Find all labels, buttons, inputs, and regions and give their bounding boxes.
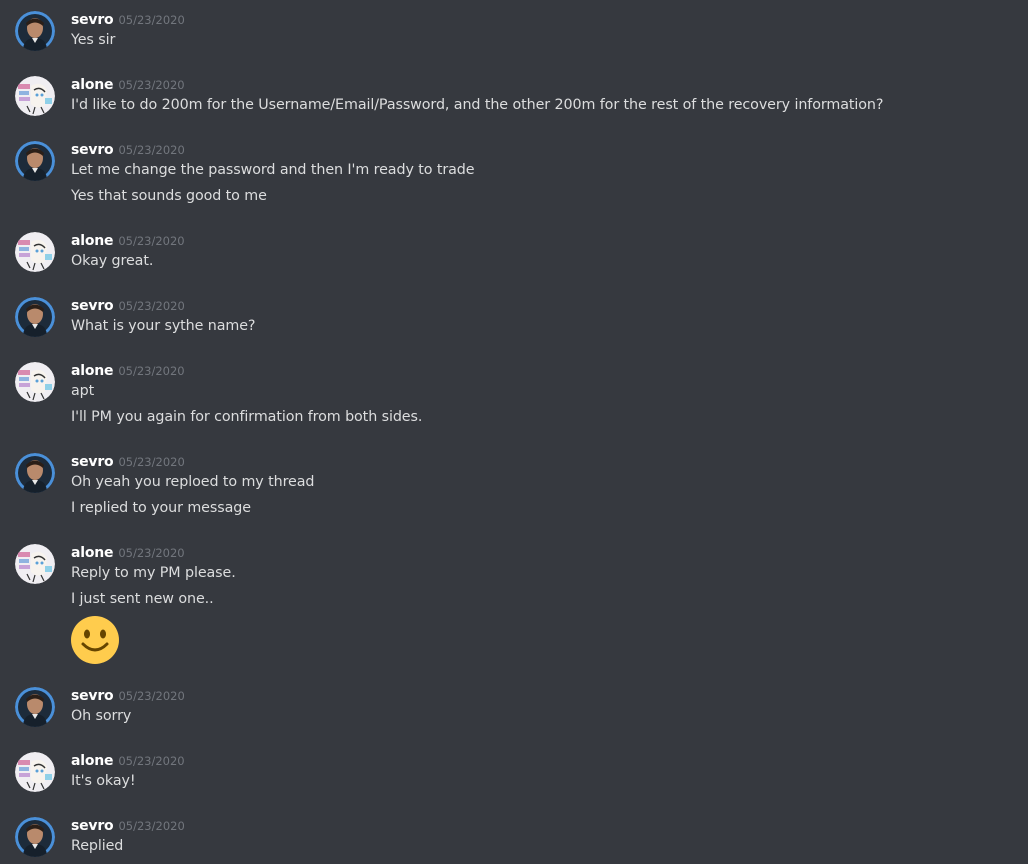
sevro-avatar-icon [15,453,55,493]
username[interactable]: alone [71,753,114,769]
username[interactable]: alone [71,233,114,249]
message-text: What is your sythe name? [71,318,256,334]
message-group: alone 05/23/2020 It's okay! [0,752,1028,802]
message-text: I just sent new one.. [71,591,214,607]
message-text: apt [71,383,95,399]
avatar[interactable] [15,141,55,181]
message-text: I replied to your message [71,500,251,516]
message-header: sevro 05/23/2020 [71,451,185,471]
alone-avatar-icon [15,76,55,116]
avatar[interactable] [15,544,55,584]
avatar[interactable] [15,76,55,116]
timestamp: 05/23/2020 [118,299,185,313]
timestamp: 05/23/2020 [118,143,185,157]
message-header: alone 05/23/2020 [71,74,185,94]
avatar[interactable] [15,297,55,337]
message-header: sevro 05/23/2020 [71,9,185,29]
message-header: sevro 05/23/2020 [71,815,185,835]
username[interactable]: sevro [71,298,114,314]
message-text: Yes that sounds good to me [71,188,267,204]
avatar[interactable] [15,232,55,272]
timestamp: 05/23/2020 [118,364,185,378]
username[interactable]: sevro [71,142,114,158]
chat-messages: sevro 05/23/2020 Yes sir alone 05/23/2020 … [0,0,1028,864]
message-header: sevro 05/23/2020 [71,295,185,315]
sevro-avatar-icon [15,297,55,337]
message-header: alone 05/23/2020 [71,230,185,250]
sevro-avatar-icon [15,687,55,727]
sevro-avatar-icon [15,817,55,857]
message-group: sevro 05/23/2020 What is your sythe name? [0,297,1028,347]
alone-avatar-icon [15,232,55,272]
message-group: sevro 05/23/2020 Oh sorry [0,687,1028,737]
message-header: sevro 05/23/2020 [71,139,185,159]
message-text: Let me change the password and then I'm … [71,162,475,178]
message-group: sevro 05/23/2020 Replied [0,817,1028,864]
username[interactable]: sevro [71,688,114,704]
message-header: alone 05/23/2020 [71,360,185,380]
avatar[interactable] [15,687,55,727]
message-header: alone 05/23/2020 [71,750,185,770]
timestamp: 05/23/2020 [118,234,185,248]
message-text: It's okay! [71,773,136,789]
username[interactable]: sevro [71,818,114,834]
message-group: alone 05/23/2020 Okay great. [0,232,1028,282]
message-text: I'll PM you again for confirmation from … [71,409,423,425]
timestamp: 05/23/2020 [118,455,185,469]
avatar[interactable] [15,362,55,402]
timestamp: 05/23/2020 [118,78,185,92]
timestamp: 05/23/2020 [118,546,185,560]
avatar[interactable] [15,453,55,493]
message-group: sevro 05/23/2020 Yes sir [0,11,1028,61]
message-text: Replied [71,838,124,854]
username[interactable]: alone [71,545,114,561]
sevro-avatar-icon [15,141,55,181]
alone-avatar-icon [15,752,55,792]
username[interactable]: sevro [71,454,114,470]
message-group: alone 05/23/2020 I'd like to do 200m for … [0,76,1028,126]
timestamp: 05/23/2020 [118,754,185,768]
message-text: Okay great. [71,253,154,269]
username[interactable]: alone [71,77,114,93]
message-text: Oh sorry [71,708,132,724]
message-text: Reply to my PM please. [71,565,236,581]
alone-avatar-icon [15,544,55,584]
message-group: alone 05/23/2020 apt I'll PM you again fo… [0,362,1028,438]
avatar[interactable] [15,817,55,857]
timestamp: 05/23/2020 [118,689,185,703]
avatar[interactable] [15,11,55,51]
message-group: alone 05/23/2020 Reply to my PM please. I… [0,544,1028,674]
message-text: Yes sir [71,32,116,48]
alone-avatar-icon [15,362,55,402]
avatar[interactable] [15,752,55,792]
username[interactable]: sevro [71,12,114,28]
message-group: sevro 05/23/2020 Let me change the passwo… [0,141,1028,217]
message-text: I'd like to do 200m for the Username/Ema… [71,97,884,113]
message-header: alone 05/23/2020 [71,542,185,562]
timestamp: 05/23/2020 [118,13,185,27]
slightly-smiling-face-icon[interactable] [71,616,119,664]
message-text: Oh yeah you reploed to my thread [71,474,315,490]
sevro-avatar-icon [15,11,55,51]
message-header: sevro 05/23/2020 [71,685,185,705]
username[interactable]: alone [71,363,114,379]
timestamp: 05/23/2020 [118,819,185,833]
message-group: sevro 05/23/2020 Oh yeah you reploed to m… [0,453,1028,529]
